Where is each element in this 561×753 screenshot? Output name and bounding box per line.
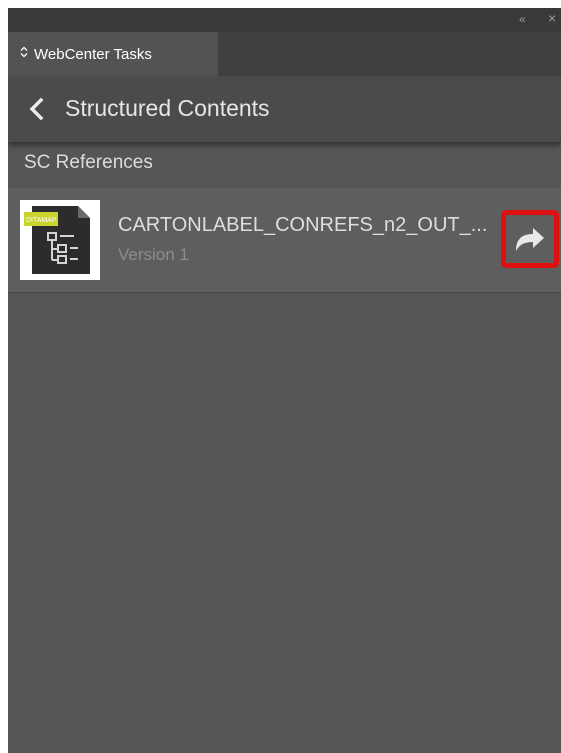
section-heading: SC References <box>24 152 153 173</box>
updown-arrows-icon <box>20 45 28 63</box>
chevron-left-icon <box>29 97 44 121</box>
webcenter-panel: « × WebCenter Tasks Structured Contents … <box>8 8 561 753</box>
item-title: CARTONLABEL_CONREFS_n2_OUT_... <box>118 214 488 236</box>
panel-title-bar: « × <box>8 8 561 32</box>
tab-bar: WebCenter Tasks <box>8 32 561 76</box>
page-title: Structured Contents <box>65 95 270 121</box>
collapse-panel-icon[interactable]: « <box>519 12 526 26</box>
item-version: Version 1 <box>118 245 189 264</box>
back-button[interactable] <box>24 96 50 122</box>
open-item-button[interactable] <box>501 210 559 268</box>
ditamap-file-icon: DITAMAP <box>20 200 100 280</box>
share-arrow-icon <box>516 228 544 251</box>
tab-webcenter-tasks[interactable]: WebCenter Tasks <box>8 32 218 76</box>
ditamap-badge: DITAMAP <box>26 217 57 224</box>
tab-label: WebCenter Tasks <box>34 45 152 63</box>
header-bar: Structured Contents <box>8 76 561 142</box>
list-item[interactable]: DITAMAP CARTONLABEL_CONREFS_n2_OUT_... V… <box>8 188 561 293</box>
close-panel-icon[interactable]: × <box>548 11 556 25</box>
